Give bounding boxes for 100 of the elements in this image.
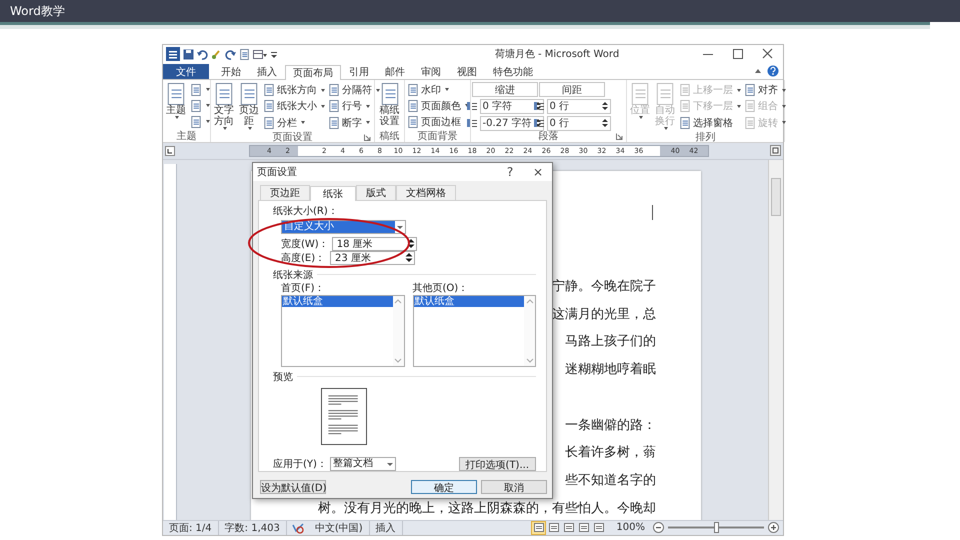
page-icon	[564, 523, 574, 532]
page-icon	[679, 100, 691, 112]
document-text: 长着许多树，蓊	[565, 443, 656, 462]
status-text: 字数: 1,403	[218, 520, 287, 535]
list-box[interactable]: 默认纸盒	[412, 294, 536, 367]
proofing-icon[interactable]	[290, 522, 305, 534]
redo-icon[interactable]	[225, 48, 236, 60]
ribbon-button[interactable]: 对齐	[743, 84, 787, 97]
zoom-in-icon[interactable]	[768, 522, 779, 534]
ribbon-tab[interactable]: 开始	[213, 64, 249, 79]
page-icon	[328, 116, 340, 129]
page-icon	[534, 523, 544, 532]
print-options-button[interactable]: 打印选项(T)...	[458, 456, 536, 471]
ribbon-button[interactable]: 文字方向	[212, 82, 236, 131]
dialog-tab[interactable]: 纸张	[310, 186, 356, 201]
caret-icon	[223, 126, 227, 130]
page-icon	[578, 523, 589, 532]
apply-to-dropdown[interactable]: 整篇文档	[330, 456, 396, 471]
launcher-icon[interactable]	[616, 132, 623, 140]
page-icon	[263, 84, 275, 96]
ruler-toggle-icon[interactable]	[770, 145, 781, 156]
ribbon-button[interactable]	[189, 115, 211, 128]
view-button[interactable]	[531, 520, 546, 535]
dialog-tab[interactable]: 文档网格	[396, 184, 456, 200]
dialog-button[interactable]: 确定	[411, 480, 477, 494]
language-text: 中文(中国)	[308, 520, 370, 535]
ribbon-button[interactable]: 主题	[164, 82, 188, 120]
ribbon-tab[interactable]: 邮件	[377, 64, 413, 79]
ribbon-tab[interactable]: 视图	[449, 64, 485, 79]
scrollbar[interactable]	[768, 160, 783, 520]
spinner-icon[interactable]	[534, 101, 540, 112]
spin-field[interactable]: -0.27 字符	[480, 116, 544, 131]
number-field[interactable]: 18 厘米	[332, 236, 417, 251]
ribbon-button[interactable]: 页边距	[237, 82, 261, 131]
brush-icon[interactable]	[211, 48, 222, 60]
ribbon-tab[interactable]: 插入	[249, 64, 285, 79]
ribbon-button[interactable]: 分隔符	[327, 84, 381, 97]
field-label: 其他页(O)：	[412, 282, 470, 295]
ribbon-tab[interactable]: 引用	[341, 64, 377, 79]
spinner-icon[interactable]	[405, 252, 413, 264]
list-item[interactable]: 默认纸盒	[414, 296, 524, 307]
slider-thumb[interactable]	[714, 522, 719, 534]
page-icon	[744, 84, 756, 96]
spin-field[interactable]: 0 行	[546, 116, 610, 131]
ribbon-tab[interactable]: 审阅	[413, 64, 449, 79]
ribbon-tab[interactable]: 特色功能	[485, 64, 541, 79]
app-icon[interactable]	[166, 47, 180, 62]
group-caption: 缩进	[495, 84, 515, 97]
document-text: 迷糊糊地哼着眠	[565, 360, 656, 378]
ribbon-tab[interactable]: 页面布局	[285, 64, 341, 80]
dialog-tab[interactable]: 页边距	[260, 184, 310, 200]
file-tab[interactable]: 文件	[163, 64, 209, 79]
group-label: 页面设置	[272, 130, 312, 144]
spinner-icon[interactable]	[602, 118, 608, 128]
document-text: 树。没有月光的晚上，这路上阴森森的，有些怕人。今晚却	[318, 498, 656, 517]
set-default-button[interactable]: 设为默认值(D)	[260, 480, 326, 494]
ribbon-button[interactable]: 分栏	[262, 116, 326, 130]
group-label: 页面背景	[418, 130, 458, 143]
undo-icon[interactable]	[197, 48, 208, 60]
ribbon-button[interactable]: 水印	[406, 83, 470, 96]
dialog-title: 页面设置	[257, 166, 297, 179]
ribbon-button[interactable]	[189, 99, 211, 112]
list-box[interactable]: 默认纸盒	[281, 294, 404, 367]
spin-field[interactable]: 0 行	[546, 98, 610, 114]
spinner-icon[interactable]	[602, 101, 608, 112]
view-button[interactable]	[561, 520, 576, 535]
page-icon	[328, 100, 340, 112]
zoom-out-icon[interactable]	[653, 522, 664, 534]
help-icon[interactable]	[767, 65, 779, 78]
spinner-icon[interactable]	[406, 238, 415, 250]
spin-field[interactable]: 0 字符	[480, 98, 544, 114]
page-icon	[213, 82, 235, 105]
indent-icon	[534, 101, 544, 112]
ribbon-button[interactable]: 纸张方向	[262, 84, 326, 97]
number-field[interactable]: 23 厘米	[330, 250, 415, 265]
field-label: 应用于(Y)：	[273, 458, 327, 471]
list-item[interactable]: 默认纸盒	[282, 296, 392, 307]
view-button[interactable]	[546, 520, 562, 535]
ribbon-button[interactable]: 纸张大小	[262, 100, 326, 113]
zoom-level[interactable]: 100%	[606, 522, 649, 534]
help-button[interactable]: ?	[496, 164, 524, 179]
spinner-icon[interactable]	[534, 118, 540, 128]
page-icon	[190, 100, 202, 112]
caret-icon	[782, 88, 786, 92]
field-label: 纸张大小(R)：	[273, 204, 338, 218]
view-button[interactable]	[591, 520, 606, 535]
table-icon[interactable]	[253, 48, 267, 60]
dialog-button[interactable]: 取消	[481, 480, 547, 494]
save-icon[interactable]	[183, 48, 194, 60]
scroll-thumb[interactable]	[771, 178, 781, 216]
status-text: 页面: 1/4	[163, 520, 219, 535]
tab-stop-icon[interactable]	[165, 146, 175, 156]
launcher-icon[interactable]	[364, 134, 371, 141]
close-button[interactable]: ×	[524, 164, 552, 179]
page-icon	[407, 100, 419, 112]
page-icon	[679, 84, 691, 96]
dialog-tab[interactable]: 版式	[356, 184, 396, 200]
view-button[interactable]	[576, 520, 592, 535]
ribbon-button[interactable]: 选择窗格	[678, 116, 742, 130]
ribbon-button[interactable]	[189, 83, 211, 96]
